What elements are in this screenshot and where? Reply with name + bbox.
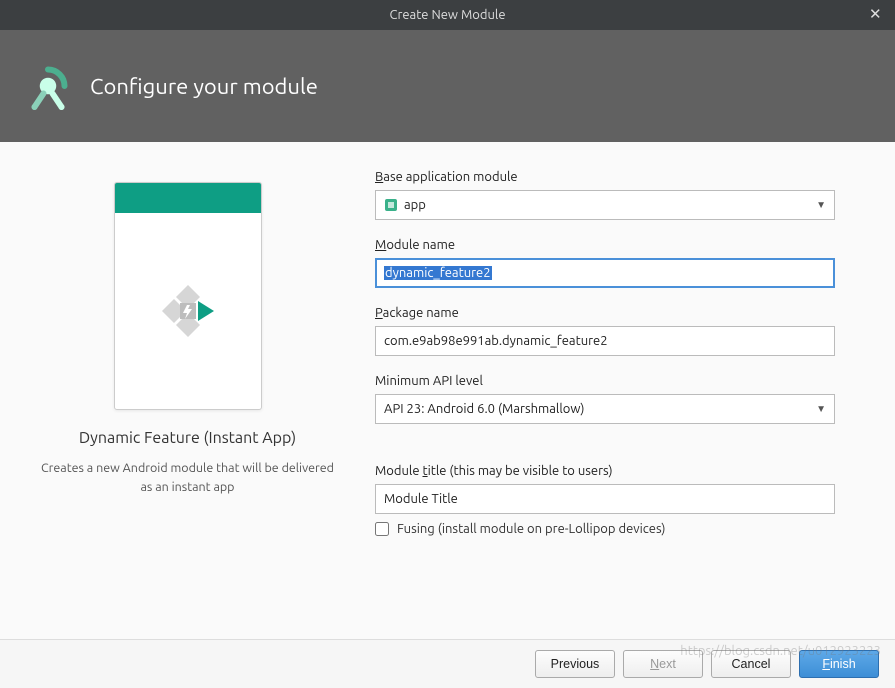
- next-button[interactable]: Next: [623, 650, 703, 678]
- form-panel: Base application module app ▼ Module nam…: [375, 142, 895, 639]
- cancel-button[interactable]: Cancel: [711, 650, 791, 678]
- previous-button[interactable]: Previous: [535, 650, 615, 678]
- base-module-value: app: [404, 198, 426, 212]
- left-panel: Dynamic Feature (Instant App) Creates a …: [0, 142, 375, 639]
- module-name-label: Module name: [375, 238, 835, 252]
- min-api-value: API 23: Android 6.0 (Marshmallow): [384, 402, 585, 416]
- package-name-input[interactable]: com.e9ab98e991ab.dynamic_feature2: [375, 326, 835, 356]
- banner-title: Configure your module: [90, 74, 318, 99]
- instant-app-icon: [156, 279, 220, 343]
- module-preview-card: [114, 182, 262, 410]
- close-icon[interactable]: ✕: [869, 7, 883, 21]
- banner: Configure your module: [0, 30, 895, 142]
- min-api-label: Minimum API level: [375, 374, 835, 388]
- window-title: Create New Module: [389, 8, 505, 22]
- package-name-value: com.e9ab98e991ab.dynamic_feature2: [384, 334, 608, 348]
- base-module-select[interactable]: app ▼: [375, 190, 835, 220]
- title-bar: Create New Module ✕: [0, 0, 895, 30]
- package-name-label: Package name: [375, 306, 835, 320]
- module-type-desc: Creates a new Android module that will b…: [30, 459, 345, 497]
- fusing-checkbox[interactable]: [375, 522, 389, 536]
- module-name-value: dynamic_feature2: [384, 266, 492, 280]
- min-api-select[interactable]: API 23: Android 6.0 (Marshmallow) ▼: [375, 394, 835, 424]
- android-studio-icon: [24, 62, 72, 110]
- module-icon: [384, 198, 398, 212]
- module-title-value: Module Title: [384, 492, 458, 506]
- fusing-label: Fusing (install module on pre-Lollipop d…: [397, 522, 665, 536]
- module-name-input[interactable]: dynamic_feature2: [375, 258, 835, 288]
- chevron-down-icon: ▼: [816, 403, 826, 415]
- module-title-label: Module title (this may be visible to use…: [375, 464, 835, 478]
- finish-button[interactable]: Finish: [799, 650, 879, 678]
- card-header: [115, 183, 261, 213]
- chevron-down-icon: ▼: [816, 199, 826, 211]
- content-area: Dynamic Feature (Instant App) Creates a …: [0, 142, 895, 640]
- module-title-input[interactable]: Module Title: [375, 484, 835, 514]
- base-module-label: Base application module: [375, 170, 835, 184]
- card-body: [115, 213, 261, 409]
- footer: Previous Next Cancel Finish https://blog…: [0, 640, 895, 688]
- module-type-title: Dynamic Feature (Instant App): [30, 428, 345, 449]
